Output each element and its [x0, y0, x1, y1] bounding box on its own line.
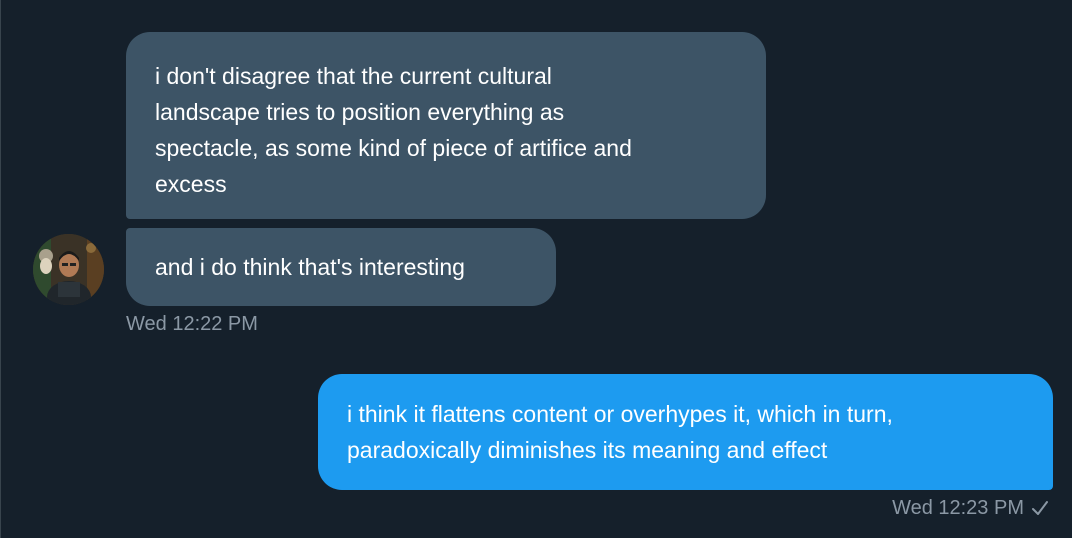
message-bubble-incoming[interactable]: and i do think that's interesting	[126, 228, 556, 306]
message-timestamp-outgoing: Wed 12:23 PM	[892, 496, 1050, 520]
message-text-line: landscape tries to position everything a…	[155, 99, 565, 125]
message-text-line: paradoxically diminishes its meaning and…	[347, 437, 828, 463]
left-divider	[0, 0, 1, 538]
message-bubble-incoming[interactable]: i don't disagree that the current cultur…	[126, 32, 766, 219]
message-text-line: excess	[155, 171, 227, 197]
message-bubble-outgoing[interactable]: i think it flattens content or overhypes…	[318, 374, 1053, 490]
timestamp-text: Wed 12:23 PM	[892, 497, 1024, 519]
message-timestamp: Wed 12:22 PM	[126, 313, 258, 335]
message-text-line: and i do think that's interesting	[155, 254, 465, 280]
avatar-photo-icon	[33, 234, 104, 305]
check-icon	[1032, 501, 1048, 515]
sender-avatar[interactable]	[33, 234, 104, 305]
message-text-line: i think it flattens content or overhypes…	[347, 401, 893, 427]
message-text-line: spectacle, as some kind of piece of arti…	[155, 135, 632, 161]
message-text-line: i don't disagree that the current cultur…	[155, 63, 552, 89]
